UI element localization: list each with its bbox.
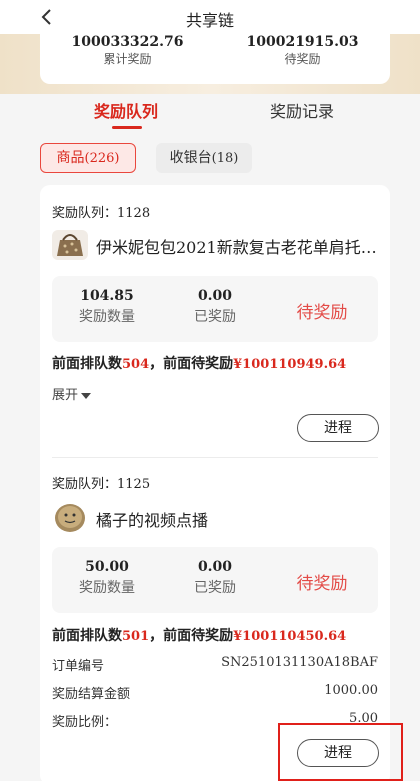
rewarded-value: 0.00	[197, 288, 233, 304]
product-thumbnail	[52, 230, 88, 260]
segment-cashier-label: 收银台	[169, 150, 212, 166]
queue-number: 奖励队列：1125	[52, 473, 150, 492]
reward-amount-value: 104.85	[80, 288, 134, 304]
queue-list-panel: 奖励队列：1128 伊米妮包包2021新款复古老花单肩托特包 104.85 奖励…	[40, 185, 390, 781]
order-number-label: 订单编号	[52, 659, 105, 674]
reward-summary-box: 104.85 奖励数量 0.00 已奖励 待奖励	[52, 276, 378, 342]
main-tabs: 奖励队列 奖励记录	[0, 94, 420, 134]
product-thumbnail	[52, 503, 88, 533]
reward-summary-box: 50.00 奖励数量 0.00 已奖励 待奖励	[52, 547, 378, 613]
ahead-mid: ，前面待奖励	[149, 628, 234, 644]
queue-label: 奖励队列：	[52, 206, 118, 221]
ahead-prefix: 前面排队数	[52, 628, 122, 644]
product-row[interactable]: 橘子的视频点播	[52, 503, 382, 533]
rewarded-value: 0.00	[197, 559, 233, 575]
reward-amount-col: 50.00 奖励数量	[52, 557, 162, 599]
segment-goods[interactable]: 商品(226)	[40, 143, 136, 173]
queue-label: 奖励队列：	[52, 477, 118, 492]
ahead-mid: ，前面待奖励	[149, 356, 234, 372]
progress-button[interactable]: 进程	[297, 414, 379, 442]
ahead-pending: ¥100110949.64	[233, 357, 347, 372]
highlight-box	[278, 723, 403, 781]
queue-number: 奖励队列：1128	[52, 202, 150, 221]
ahead-prefix: 前面排队数	[52, 356, 122, 372]
queue-ahead-info: 前面排队数501，前面待奖励¥100110450.64	[52, 625, 346, 645]
page-title: 共享链	[185, 11, 234, 30]
top-nav: 共享链	[0, 0, 420, 34]
ahead-count: 504	[122, 357, 150, 372]
queue-ahead-info: 前面排队数504，前面待奖励¥100110949.64	[52, 353, 346, 373]
expand-toggle[interactable]: 展开	[52, 384, 92, 403]
pending-reward-value: 100021915.03	[246, 34, 359, 50]
tab-active-indicator	[112, 126, 142, 129]
settle-amount-label: 奖励结算金额	[52, 687, 131, 702]
product-name: 橘子的视频点播	[96, 511, 209, 530]
rewarded-label: 已奖励	[194, 580, 236, 596]
ahead-count: 501	[122, 629, 150, 644]
settle-amount-value: 1000.00	[324, 683, 378, 698]
order-number-row: 订单编号 SN2510131130A18BAF	[52, 655, 378, 675]
settle-amount-row: 奖励结算金额 1000.00	[52, 683, 378, 703]
order-number-value: SN2510131130A18BAF	[221, 655, 378, 670]
rewarded-col: 0.00 已奖励	[160, 557, 270, 599]
status-badge: 待奖励	[296, 574, 348, 594]
expand-label: 展开	[52, 388, 79, 403]
reward-amount-label: 奖励数量	[79, 309, 135, 325]
pending-reward-label: 待奖励	[284, 52, 321, 66]
queue-value: 1128	[117, 206, 151, 221]
rewarded-col: 0.00 已奖励	[160, 286, 270, 328]
reward-amount-col: 104.85 奖励数量	[52, 286, 162, 328]
reward-stats-card: 100033322.76 累计奖励 100021915.03 待奖励	[40, 34, 390, 84]
cumulative-reward-value: 100033322.76	[71, 34, 184, 50]
reward-ratio-label: 奖励比例：	[52, 715, 118, 730]
segment-cashier[interactable]: 收银台(18)	[156, 143, 252, 173]
cumulative-reward-stat: 100033322.76 累计奖励	[40, 34, 215, 68]
caret-down-icon	[81, 392, 92, 399]
ahead-pending: ¥100110450.64	[233, 629, 347, 644]
pending-reward-stat: 100021915.03 待奖励	[215, 34, 390, 68]
tab-reward-records[interactable]: 奖励记录	[270, 98, 334, 122]
segment-goods-label: 商品	[56, 150, 85, 166]
cumulative-reward-label: 累计奖励	[103, 52, 152, 66]
segment-goods-count: (226)	[84, 151, 120, 166]
reward-amount-value: 50.00	[85, 559, 129, 575]
status-badge: 待奖励	[296, 303, 348, 323]
product-name: 伊米妮包包2021新款复古老花单肩托特包	[96, 238, 378, 257]
rewarded-label: 已奖励	[194, 309, 236, 325]
product-row[interactable]: 伊米妮包包2021新款复古老花单肩托特包	[52, 230, 382, 260]
reward-amount-label: 奖励数量	[79, 580, 135, 596]
tab-reward-queue[interactable]: 奖励队列	[94, 98, 158, 122]
segment-cashier-count: (18)	[211, 151, 239, 166]
card-divider	[52, 457, 378, 458]
queue-value: 1125	[117, 477, 151, 492]
